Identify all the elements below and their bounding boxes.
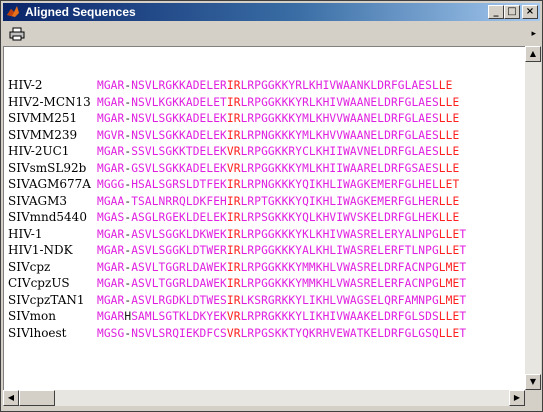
sequence-residues: MGAR-GSVLSGKKADELEKVRLRPGGKKKYMLKHIIWAAR…	[97, 161, 460, 175]
sequence-residues: MGAR-ASVLSGGKLDTWERIRLRPGGKKKYALKHLIWASR…	[97, 244, 467, 257]
arrow-up-icon[interactable]: ▲	[525, 46, 541, 62]
sequence-name: SIVlhoest	[8, 325, 67, 340]
alignment-row: SIVlhoest MGSG-NSVLSRQIEKDFCSVRLRPGSKKTYQ…	[8, 325, 466, 342]
alignment-row: SIVmnd5440 MGAS-ASGLRGEKLDELEKIRLRPSGKKKY…	[8, 209, 466, 226]
sequence-alignment-view[interactable]: HIV-2 MGAR-NSVLRGKKADELERIRLRPGGKKYRLKHIV…	[3, 46, 525, 390]
matlab-icon	[7, 6, 19, 17]
alignment-rows: HIV-2 MGAR-NSVLRGKKADELERIRLRPGGKKYRLKHIV…	[8, 77, 466, 341]
arrow-right-icon[interactable]: ▶	[509, 390, 525, 406]
sequence-name: HIV2-MCN13	[8, 94, 91, 109]
arrow-left-icon[interactable]: ◀	[3, 390, 19, 406]
sequence-name: SIVMM251	[8, 111, 78, 125]
alignment-row: SIVcpz MGAR-ASVLTGGRLDAWEKIRLRPGGKKKYMMKH…	[8, 259, 466, 276]
sequence-residues: MGGG-HSALSGRSLDTFEKIRLRPNGKKKYQIKHLIWAGK…	[97, 178, 460, 191]
alignment-row: HIV-2UC1 MGAR-SSVLSGKKTDELEKVRLRPGGKKRYCL…	[8, 143, 466, 160]
alignment-row: HIV2-MCN13 MGAR-NSVLKGKKADELETIRLRPGGKKKY…	[8, 94, 466, 111]
alignment-row: CIVcpzUS MGAR-ASVLTGGRLDAWEKIRLRPGGKKKYMM…	[8, 275, 466, 292]
sequence-residues: MGAR-ASVLSGGKLDKWEKIRLRPGGKKKYKLKHIVWASR…	[97, 227, 467, 241]
sequence-residues: MGAS-ASGLRGEKLDELEKIRLRPSGKKKYQLKHVIWVSK…	[97, 211, 460, 224]
sequence-residues: MGAR-ASVLTGGRLDAWEKIRLRPGGKKKYMMKHLVWASR…	[97, 260, 467, 274]
sequence-name: SIVAGM677A	[8, 177, 91, 191]
sequence-name: SIVsmSL92b	[8, 160, 87, 175]
alignment-row: SIVsmSL92b MGAR-GSVLSGKKADELEKVRLRPGGKKKY…	[8, 160, 466, 177]
alignment-row: HIV-2 MGAR-NSVLRGKKADELERIRLRPGGKKYRLKHIV…	[8, 77, 466, 94]
sequence-name: HIV-2UC1	[8, 144, 70, 158]
sequence-residues: MGVR-NSVLSGKKADELEKIRLRPNGKKKYMLKHVVWAAN…	[97, 128, 460, 142]
alignment-row: SIVmon MGARHSAMLSGTKLDKYEKVRLRPRGKKKYLIKH…	[8, 308, 466, 325]
sequence-name: HIV-1	[8, 226, 43, 241]
alignment-row: SIVcpzTAN1 MGAR-ASVLRGDKLDTWESIRLKSRGRKKY…	[8, 292, 466, 309]
sequence-residues: MGAR-SSVLSGKKTDELEKVRLRPGGKKRYCLKHIIWAVN…	[97, 145, 460, 158]
aligned-sequences-window: Aligned Sequences _ □ × ▸ HIV-2 MGAR-NSVL…	[0, 0, 543, 412]
sequence-residues: MGAA-TSALNRRQLDKFEHIRLRPTGKKKYQIKHLIWAGK…	[97, 194, 460, 208]
chevron-right-icon[interactable]: ▸	[531, 29, 536, 39]
sequence-residues: MGAR-ASVLRGDKLDTWESIRLKSRGRKKYLIKHLVWAGS…	[97, 293, 467, 307]
maximize-button[interactable]: □	[504, 5, 520, 19]
sequence-name: CIVcpzUS	[8, 276, 70, 290]
sequence-residues: MGAR-ASVLTGGRLDAWEKIRLRPGGKKKYMMKHLVWASR…	[97, 277, 467, 290]
alignment-row: SIVAGM677A MGGG-HSALSGRSLDTFEKIRLRPNGKKKY…	[8, 176, 466, 193]
sequence-name: SIVcpzTAN1	[8, 292, 85, 307]
sequence-name: HIV1-NDK	[8, 243, 73, 257]
arrow-down-icon[interactable]: ▼	[525, 374, 541, 390]
horizontal-scrollbar[interactable]: ◀ ▶	[3, 390, 525, 406]
minimize-button[interactable]: _	[488, 5, 504, 19]
title-bar[interactable]: Aligned Sequences _ □ ×	[3, 3, 540, 21]
sequence-name: SIVmnd5440	[8, 210, 87, 224]
sequence-name: SIVcpz	[8, 259, 51, 274]
printer-icon[interactable]	[9, 27, 25, 41]
alignment-row: SIVMM239 MGVR-NSVLSGKKADELEKIRLRPNGKKKYML…	[8, 127, 466, 144]
alignment-row: SIVMM251 MGAR-NSVLSGKKADELEKIRLRPGGKKKYML…	[8, 110, 466, 127]
vertical-scrollbar[interactable]: ▲ ▼	[525, 46, 541, 390]
sequence-name: SIVMM239	[8, 127, 78, 142]
sequence-name: SIVmon	[8, 309, 56, 323]
sequence-residues: MGARHSAMLSGTKLDKYEKVRLRPRGKKKYLIKHIVWAAK…	[97, 310, 467, 323]
alignment-row: HIV-1 MGAR-ASVLSGGKLDKWEKIRLRPGGKKKYKLKHI…	[8, 226, 466, 243]
close-button[interactable]: ×	[522, 5, 538, 19]
sequence-residues: MGAR-NSVLRGKKADELERIRLRPGGKKYRLKHIVWAANK…	[97, 79, 453, 92]
sequence-residues: MGSG-NSVLSRQIEKDFCSVRLRPGSKKTYQKRHVEWATK…	[97, 326, 467, 340]
toolbar: ▸	[3, 23, 540, 45]
alignment-row: HIV1-NDK MGAR-ASVLSGGKLDTWERIRLRPGGKKKYAL…	[8, 242, 466, 259]
sequence-residues: MGAR-NSVLSGKKADELEKIRLRPGGKKKYMLKHVVWAAN…	[97, 112, 460, 125]
alignment-row: SIVAGM3 MGAA-TSALNRRQLDKFEHIRLRPTGKKKYQIK…	[8, 193, 466, 210]
scrollbar-corner	[525, 390, 541, 406]
horizontal-scroll-thumb[interactable]	[19, 390, 55, 406]
window-title: Aligned Sequences	[25, 5, 136, 19]
sequence-name: HIV-2	[8, 78, 43, 92]
sequence-residues: MGAR-NSVLKGKKADELETIRLRPGGKKKYRLKHIVWAAN…	[97, 95, 460, 109]
sequence-name: SIVAGM3	[8, 193, 67, 208]
